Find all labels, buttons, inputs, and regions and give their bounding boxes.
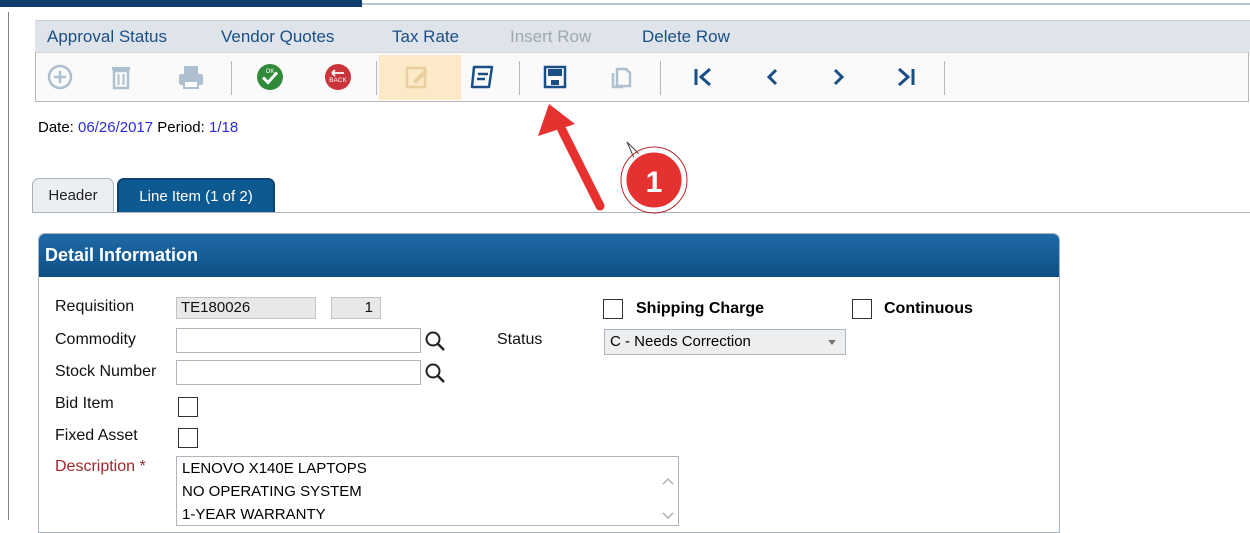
- menu-bar: Approval Status Vendor Quotes Tax Rate I…: [35, 20, 1250, 53]
- panel-title: Detail Information: [39, 234, 1059, 277]
- edit-icon: [405, 66, 428, 89]
- copy-icon: [611, 67, 632, 89]
- step-badge: 1: [620, 146, 688, 214]
- edit-button: [402, 62, 432, 92]
- date-label: Date:: [38, 119, 74, 136]
- previous-record-icon: [766, 68, 778, 86]
- description-line: LENOVO X140E LAPTOPS: [182, 460, 367, 477]
- status-select[interactable]: C - Needs Correction: [604, 329, 846, 355]
- continuous-label: Continuous: [884, 300, 973, 317]
- save-button[interactable]: [540, 62, 570, 92]
- tab-line-item-label: Line Item (1 of 2): [139, 187, 253, 205]
- fixed-asset-label: Fixed Asset: [55, 427, 138, 444]
- delete-button: [106, 62, 136, 92]
- tab-line-item[interactable]: Line Item (1 of 2): [117, 178, 275, 212]
- shipping-charge-checkbox[interactable]: [603, 299, 623, 319]
- line-number-field: 1: [331, 297, 381, 319]
- continuous-checkbox[interactable]: [852, 299, 872, 319]
- description-line: NO OPERATING SYSTEM: [182, 483, 362, 500]
- svg-text:OK: OK: [266, 69, 275, 75]
- back-icon: BACK: [325, 64, 351, 90]
- svg-text:BACK: BACK: [329, 77, 347, 84]
- menu-vendor-quotes[interactable]: Vendor Quotes: [221, 27, 334, 47]
- commodity-input[interactable]: [176, 328, 421, 353]
- add-button: [45, 62, 75, 92]
- save-icon: [543, 65, 567, 89]
- description-line: 1-YEAR WARRANTY: [182, 506, 326, 523]
- stock-number-label: Stock Number: [55, 363, 157, 380]
- description-scrollbar[interactable]: [658, 457, 678, 525]
- stock-number-input[interactable]: [176, 360, 421, 385]
- step-number: 1: [646, 166, 663, 199]
- left-border: [8, 12, 9, 520]
- description-label: Description *: [55, 458, 146, 475]
- description-textarea[interactable]: LENOVO X140E LAPTOPS NO OPERATING SYSTEM…: [176, 456, 679, 526]
- ok-icon: OK: [257, 64, 283, 90]
- menu-approval-status[interactable]: Approval Status: [47, 27, 167, 47]
- tab-header-label: Header: [48, 187, 98, 204]
- trash-icon: [112, 67, 130, 90]
- next-record-button[interactable]: [824, 62, 854, 92]
- stock-number-search-icon[interactable]: [424, 362, 446, 384]
- first-record-icon: [694, 67, 711, 87]
- menu-insert-row: Insert Row: [510, 27, 592, 46]
- copy-button: [606, 62, 636, 92]
- mouse-cursor-icon: [626, 141, 645, 159]
- fixed-asset-checkbox[interactable]: [178, 428, 198, 448]
- tab-header[interactable]: Header: [32, 178, 114, 212]
- requisition-label: Requisition: [55, 298, 135, 315]
- back-button[interactable]: BACK: [323, 62, 353, 92]
- add-icon: [47, 64, 73, 90]
- previous-record-button[interactable]: [757, 62, 787, 92]
- period-label: Period:: [157, 119, 205, 136]
- print-button: [176, 62, 206, 92]
- toolbar: OK BACK: [35, 52, 1249, 102]
- notes-button[interactable]: [467, 62, 497, 92]
- status-label: Status: [497, 331, 543, 348]
- first-record-button[interactable]: [688, 62, 718, 92]
- scroll-arrows-icon: [662, 477, 674, 520]
- tab-baseline: [32, 212, 1250, 213]
- period-value: 1/18: [208, 119, 239, 136]
- status-value: C - Needs Correction: [610, 333, 751, 350]
- ok-button[interactable]: OK: [255, 62, 285, 92]
- bid-item-checkbox[interactable]: [178, 397, 198, 417]
- print-icon: [179, 66, 203, 89]
- requisition-field: TE180026: [176, 297, 316, 319]
- shipping-charge-label: Shipping Charge: [636, 300, 764, 317]
- top-strip: [0, 0, 1250, 9]
- bid-item-label: Bid Item: [55, 395, 114, 412]
- date-period-line: Date: 06/26/2017 Period: 1/18: [38, 119, 238, 136]
- notes-icon: [470, 65, 494, 89]
- annotation-arrow-icon: [538, 104, 605, 211]
- commodity-search-icon[interactable]: [424, 330, 446, 352]
- menu-tax-rate[interactable]: Tax Rate: [392, 27, 459, 47]
- menu-delete-row[interactable]: Delete Row: [642, 27, 730, 47]
- commodity-label: Commodity: [55, 331, 136, 348]
- chevron-down-icon: [828, 340, 836, 345]
- date-value: 06/26/2017: [78, 119, 154, 136]
- next-record-icon: [833, 68, 845, 86]
- last-record-icon: [898, 67, 915, 87]
- last-record-button[interactable]: [891, 62, 921, 92]
